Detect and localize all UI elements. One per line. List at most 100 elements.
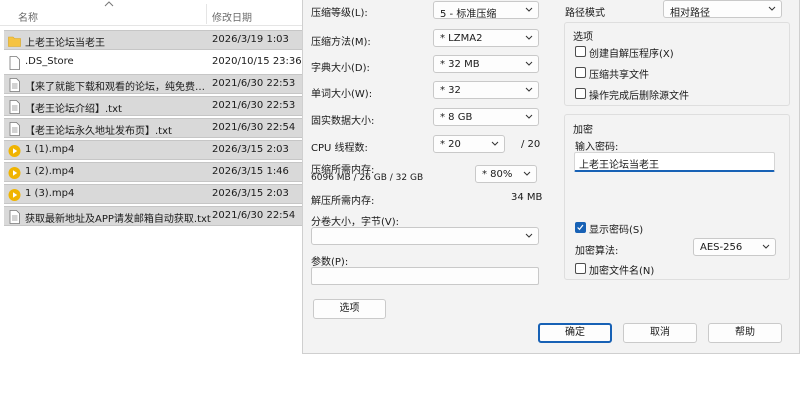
word-size-value: * 32 [440, 85, 461, 96]
split-volume-label: 分卷大小，字节(V): [311, 217, 400, 228]
file-modified-date: 2026/3/19 1:03 [212, 34, 289, 45]
cpu-threads-value: * 20 [440, 139, 461, 150]
file-name: 上老王论坛当老王 [25, 38, 105, 49]
parameters-input[interactable] [311, 267, 539, 285]
password-input[interactable]: 上老王论坛当老王 [574, 152, 775, 172]
encrypt-filenames-label: 加密文件名(N) [589, 266, 655, 277]
file-name: .DS_Store [25, 56, 74, 67]
file-row[interactable]: 1 (1).mp4 2026/3/15 2:03 [4, 140, 302, 160]
chevron-down-icon [525, 61, 533, 66]
file-row[interactable]: .DS_Store 2020/10/15 23:36 [4, 52, 302, 72]
file-row[interactable]: 【老王论坛介绍】.txt 2021/6/30 22:53 [4, 96, 302, 116]
file-row[interactable]: 【来了就能下载和观看的论坛，纯免费！... 2021/6/30 22:53 [4, 74, 302, 94]
file-modified-date: 2026/3/15 2:03 [212, 144, 289, 155]
file-explorer: 名称 修改日期 上老王论坛当老王 2026/3/19 1:03 .DS_Store 2… [0, 0, 302, 415]
decompress-memory-value: 34 MB [511, 192, 543, 203]
checkbox-box [575, 263, 586, 274]
file-name: 1 (3).mp4 [25, 188, 75, 199]
file-name: 获取最新地址及APP请发邮箱自动获取.txt [25, 214, 211, 225]
encryption-group-title: 加密 [573, 125, 593, 136]
solid-block-size-select[interactable]: * 8 GB [433, 108, 539, 126]
word-size-label: 单词大小(W): [311, 89, 373, 100]
file-name: 【来了就能下载和观看的论坛，纯免费！... [25, 82, 211, 93]
file-row[interactable]: 1 (2).mp4 2026/3/15 1:46 [4, 162, 302, 182]
compress-shared-label: 压缩共享文件 [589, 70, 649, 81]
dictionary-size-label: 字典大小(D): [311, 63, 370, 74]
video-file-icon [8, 166, 21, 180]
chevron-down-icon [523, 171, 531, 176]
cancel-button[interactable]: 取消 [623, 323, 697, 343]
encryption-method-value: AES-256 [700, 242, 743, 253]
file-row[interactable]: 上老王论坛当老王 2026/3/19 1:03 [4, 30, 302, 50]
column-header-name[interactable]: 名称 [18, 9, 38, 24]
memory-usage-select[interactable]: * 80% [475, 165, 537, 183]
column-header-date[interactable]: 修改日期 [212, 9, 252, 24]
text-file-icon [8, 210, 21, 224]
chevron-down-icon [525, 35, 533, 40]
video-file-icon [8, 144, 21, 158]
parameters-label: 参数(P): [311, 257, 349, 268]
text-file-icon [8, 122, 21, 136]
file-name: 【老王论坛介绍】.txt [25, 104, 122, 115]
checkbox-box [575, 46, 586, 57]
dictionary-size-select[interactable]: * 32 MB [433, 55, 539, 73]
compression-level-value: 5 - 标准压缩 [440, 9, 497, 20]
password-label: 输入密码: [575, 142, 619, 153]
checkbox-box [575, 67, 586, 78]
compression-level-label: 压缩等级(L): [311, 8, 368, 19]
options-group-title: 选项 [573, 32, 593, 43]
help-button[interactable]: 帮助 [708, 323, 782, 343]
chevron-down-icon [525, 233, 533, 238]
text-file-icon [8, 78, 21, 92]
delete-after-label: 操作完成后删除源文件 [589, 91, 689, 102]
folder-icon [8, 34, 21, 48]
text-file-icon [8, 100, 21, 114]
compression-level-select[interactable]: 5 - 标准压缩 [433, 1, 539, 20]
file-modified-date: 2021/6/30 22:54 [212, 122, 296, 133]
decompress-memory-label: 解压所需内存: [311, 196, 375, 207]
split-volume-combobox[interactable] [311, 227, 539, 245]
password-value: 上老王论坛当老王 [579, 160, 659, 171]
encryption-group: 加密 输入密码: 上老王论坛当老王 显示密码(S) 加密算法: AES-256 … [564, 114, 790, 280]
show-password-label: 显示密码(S) [589, 225, 644, 236]
solid-block-size-value: * 8 GB [440, 112, 473, 123]
cpu-threads-select[interactable]: * 20 [433, 135, 505, 153]
solid-block-size-label: 固实数据大小: [311, 116, 375, 127]
chevron-down-icon [491, 141, 499, 146]
file-modified-date: 2026/3/15 1:46 [212, 166, 289, 177]
path-mode-label: 路径模式 [565, 8, 605, 19]
file-modified-date: 2026/3/15 2:03 [212, 188, 289, 199]
file-modified-date: 2021/6/30 22:53 [212, 78, 296, 89]
file-name: 【老王论坛永久地址发布页】.txt [25, 126, 172, 137]
chevron-down-icon [525, 114, 533, 119]
sort-ascending-icon [104, 1, 114, 7]
checkmark-icon [577, 224, 584, 231]
add-to-archive-dialog: 压缩等级(L): 5 - 标准压缩 压缩方法(M): * LZMA2 字典大小(… [302, 0, 800, 354]
chevron-down-icon [525, 7, 533, 12]
compression-method-value: * LZMA2 [440, 33, 483, 44]
file-modified-date: 2020/10/15 23:36 [212, 56, 302, 67]
file-name: 1 (2).mp4 [25, 166, 75, 177]
file-row[interactable]: 获取最新地址及APP请发邮箱自动获取.txt 2021/6/30 22:54 [4, 206, 302, 226]
checkbox-box [575, 88, 586, 99]
word-size-select[interactable]: * 32 [433, 81, 539, 99]
file-modified-date: 2021/6/30 22:54 [212, 210, 296, 221]
cpu-threads-label: CPU 线程数: [311, 143, 368, 154]
file-name: 1 (1).mp4 [25, 144, 75, 155]
file-icon [8, 56, 21, 70]
compression-method-select[interactable]: * LZMA2 [433, 29, 539, 47]
options-button[interactable]: 选项 [313, 299, 386, 319]
options-group: 选项 创建自解压程序(X) 压缩共享文件 操作完成后删除源文件 [564, 22, 790, 106]
video-file-icon [8, 188, 21, 202]
cpu-threads-max: / 20 [521, 139, 541, 150]
compression-method-label: 压缩方法(M): [311, 37, 371, 48]
file-row[interactable]: 【老王论坛永久地址发布页】.txt 2021/6/30 22:54 [4, 118, 302, 138]
memory-usage-value: * 80% [482, 169, 513, 180]
encryption-method-select[interactable]: AES-256 [693, 238, 776, 256]
dictionary-size-value: * 32 MB [440, 59, 480, 70]
path-mode-select[interactable]: 相对路径 [663, 0, 782, 19]
ok-button[interactable]: 确定 [538, 323, 612, 343]
create-sfx-label: 创建自解压程序(X) [589, 49, 674, 60]
file-row[interactable]: 1 (3).mp4 2026/3/15 2:03 [4, 184, 302, 204]
column-divider[interactable] [206, 4, 207, 24]
